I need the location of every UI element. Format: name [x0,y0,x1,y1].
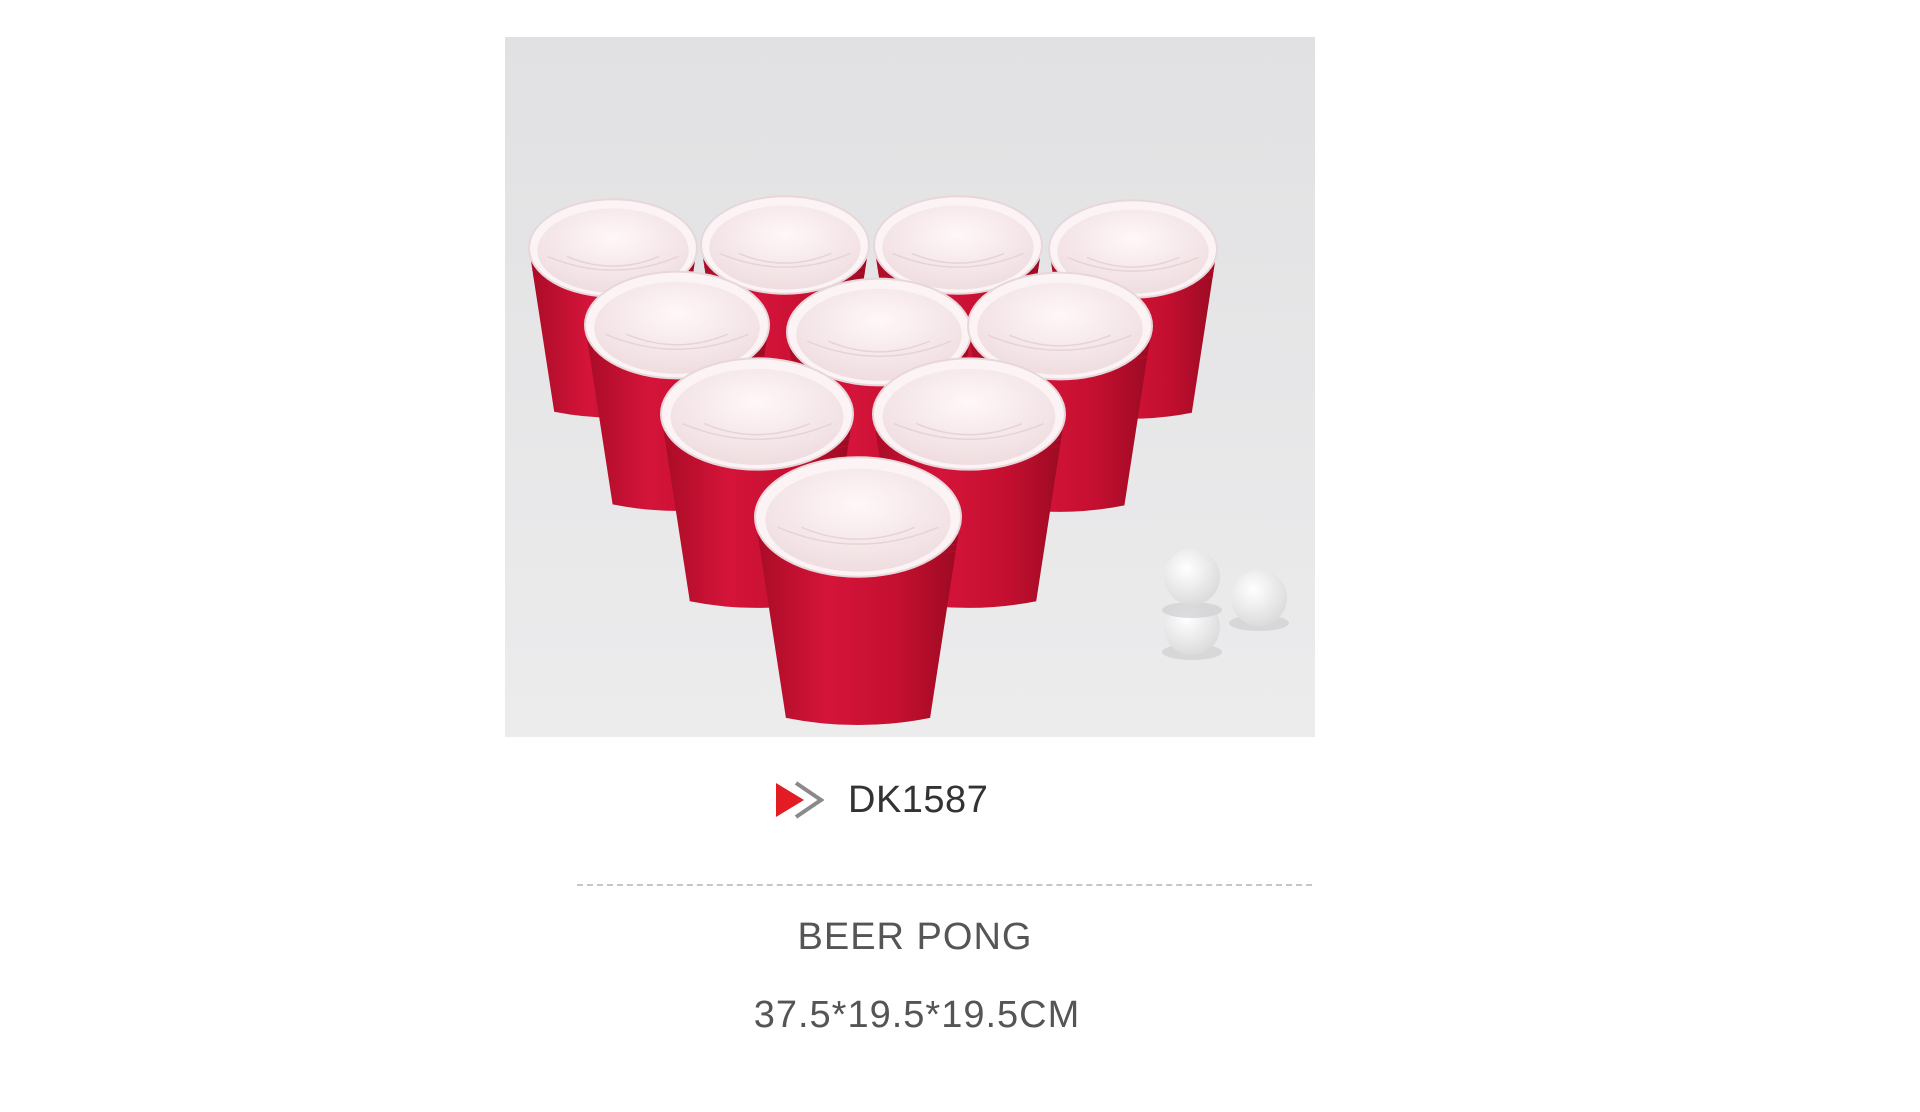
ping-pong-ball [1164,549,1220,605]
ping-pong-ball [1231,570,1287,626]
red-cup [754,456,962,726]
double-arrow-icon [776,781,824,819]
product-page: DK1587 BEER PONG 37.5*19.5*19.5CM [0,0,1920,1112]
product-photo-svg [505,37,1315,737]
product-photo [505,37,1315,737]
product-name: BEER PONG [797,916,1033,958]
product-size: 37.5*19.5*19.5CM [753,994,1081,1036]
model-code: DK1587 [848,778,989,821]
model-row: DK1587 [774,776,988,824]
dashed-divider [577,884,1312,886]
